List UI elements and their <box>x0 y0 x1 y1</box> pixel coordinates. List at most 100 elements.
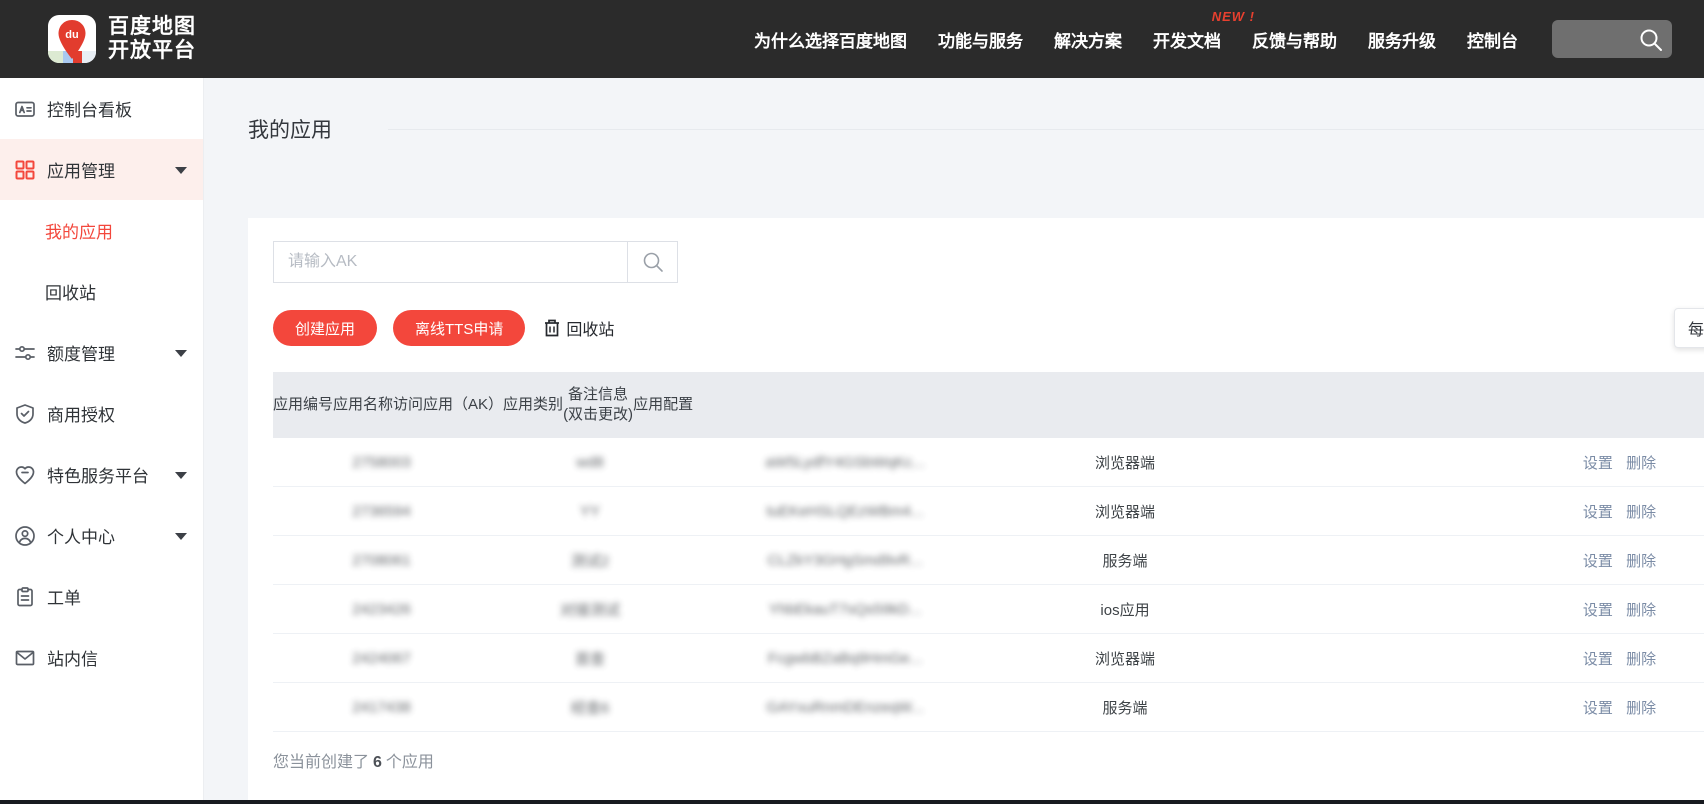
settings-link[interactable]: 设置 <box>1583 700 1613 717</box>
sidebar-item[interactable]: 商用授权 <box>0 383 203 444</box>
recycle-bin-label: 回收站 <box>566 316 614 340</box>
table-row: 2736594 YY tuEKeHSLQEzWBm4... 浏览器端 设置 删除 <box>273 487 1704 536</box>
main-content: 我的应用 创建应用 离线TTS申请 <box>204 78 1704 804</box>
table-body: 2758003 wd8 aW5LydfY4GSbWqKc... 浏览器端 设置 … <box>273 438 1704 732</box>
sidebar-item-label: 额度管理 <box>47 340 115 365</box>
app-name-cell: 对接测试 <box>490 599 690 620</box>
navbar-menu-label: 服务升级 <box>1368 32 1436 51</box>
delete-link[interactable]: 删除 <box>1626 504 1656 521</box>
app-ak-cell: tuEKeHSLQEzWBm4... <box>690 503 1000 520</box>
navbar-menu-item[interactable]: 功能与服务 <box>938 27 1023 52</box>
sidebar-item[interactable]: 控制台看板 <box>0 78 203 139</box>
settings-link[interactable]: 设置 <box>1583 602 1613 619</box>
table-row: 2708061 测试2 CLZkY3GHgSmd9vR... 服务端 设置 删除 <box>273 536 1704 585</box>
applications-table: 应用编号 应用名称 访问应用（AK） <box>273 372 1704 732</box>
sidebar-item-label: 站内信 <box>47 645 98 670</box>
page-title: 我的应用 <box>248 114 332 144</box>
table-row: 2758003 wd8 aW5LydfY4GSbWqKc... 浏览器端 设置 … <box>273 438 1704 487</box>
dashboard-card-icon <box>14 98 36 120</box>
sidebar-item-label: 工单 <box>47 584 81 609</box>
navbar-search-box[interactable] <box>1552 20 1672 58</box>
page-size-label: 每页显示 <box>1688 316 1704 340</box>
app-name-cell: 首查 <box>490 648 690 669</box>
sidebar-nav: 控制台看板 应用管理 我的应用 回收站 <box>0 78 204 804</box>
recycle-bin-button[interactable]: 回收站 <box>543 316 614 340</box>
app-config-cell: 设置 删除 <box>1535 697 1704 718</box>
navbar-menu-item[interactable]: 服务升级 <box>1368 27 1436 52</box>
table-header-row: 应用编号 应用名称 访问应用（AK） <box>273 372 1704 438</box>
navbar-menu-item[interactable]: 控制台 <box>1467 27 1518 52</box>
navbar-menu-label: 为什么选择百度地图 <box>754 32 907 51</box>
navbar-menu-item[interactable]: 为什么选择百度地图 <box>754 27 907 52</box>
app-name-cell: 测试2 <box>490 550 690 571</box>
new-badge: NEW ! <box>1212 9 1255 24</box>
ak-search-input[interactable] <box>274 242 627 282</box>
column-header: 备注信息 (双击更改) <box>563 385 633 425</box>
column-header: 应用编号 <box>273 395 333 415</box>
delete-link[interactable]: 删除 <box>1626 553 1656 570</box>
app-id-cell: 2758003 <box>273 454 490 471</box>
app-name-cell: 经查6 <box>490 697 690 718</box>
delete-link[interactable]: 删除 <box>1626 602 1656 619</box>
navbar-menu-label: 控制台 <box>1467 32 1518 51</box>
window-bottom-edge <box>0 800 1704 804</box>
navbar-menu-item[interactable]: 反馈与帮助 <box>1252 27 1337 52</box>
app-ak-cell: YhbEkauT7sQs59kD... <box>690 601 1000 618</box>
ak-search-group <box>273 241 678 283</box>
table-row: 2424067 首查 FcgwbBZaBq9HmGe... 浏览器端 设置 删除 <box>273 634 1704 683</box>
sidebar-item[interactable]: 回收站 <box>0 261 203 322</box>
app-ak-cell: CLZkY3GHgSmd9vR... <box>690 552 1000 569</box>
table-row: 2417438 经查6 GAYxuRnmDEnzeqW... 服务端 设置 删除 <box>273 683 1704 732</box>
delete-link[interactable]: 删除 <box>1626 700 1656 717</box>
sidebar-item-label: 特色服务平台 <box>47 462 149 487</box>
app-id-cell: 2708061 <box>273 552 490 569</box>
app-ak-cell: aW5LydfY4GSbWqKc... <box>690 454 1000 471</box>
sidebar-item[interactable]: 我的应用 <box>0 200 203 261</box>
sidebar-item[interactable]: 特色服务平台 <box>0 444 203 505</box>
search-icon <box>641 250 665 274</box>
settings-link[interactable]: 设置 <box>1583 504 1613 521</box>
column-header: 应用名称 <box>333 395 393 415</box>
sidebar-item[interactable]: 个人中心 <box>0 505 203 566</box>
settings-link[interactable]: 设置 <box>1583 455 1613 472</box>
app-name-cell: YY <box>490 503 690 520</box>
app-category-cell: ios应用 <box>1000 599 1250 620</box>
page-size-select[interactable]: 每页显示 <box>1674 308 1704 348</box>
navbar-menu-label: 功能与服务 <box>938 32 1023 51</box>
sliders-icon <box>14 342 36 364</box>
delete-link[interactable]: 删除 <box>1626 651 1656 668</box>
delete-link[interactable]: 删除 <box>1626 455 1656 472</box>
navbar-menu-label: 开发文档 <box>1153 32 1221 51</box>
trash-icon <box>543 318 561 338</box>
logo-wordmark: 百度地图 开放平台 <box>108 15 196 63</box>
ak-search-button[interactable] <box>627 242 677 282</box>
user-circle-icon <box>14 525 36 547</box>
settings-link[interactable]: 设置 <box>1583 651 1613 668</box>
app-ak-cell: GAYxuRnmDEnzeqW... <box>690 699 1000 716</box>
sidebar-item-label: 我的应用 <box>45 218 113 243</box>
app-id-cell: 2424067 <box>273 650 490 667</box>
navbar-menu-item[interactable]: NEW ! 开发文档 <box>1153 27 1221 52</box>
app-id-cell: 2423426 <box>273 601 490 618</box>
app-name-cell: wd8 <box>490 454 690 471</box>
navbar-menu-item[interactable]: 解决方案 <box>1054 27 1122 52</box>
sidebar-item[interactable]: 应用管理 <box>0 139 203 200</box>
sidebar-item-label: 个人中心 <box>47 523 115 548</box>
chevron-down-icon <box>175 167 187 174</box>
app-config-cell: 设置 删除 <box>1535 452 1704 473</box>
title-divider <box>388 129 1704 130</box>
column-header: 应用配置 <box>633 395 693 415</box>
settings-link[interactable]: 设置 <box>1583 553 1613 570</box>
sidebar-item[interactable]: 工单 <box>0 566 203 627</box>
sidebar-item[interactable]: 额度管理 <box>0 322 203 383</box>
badge-heart-icon <box>14 464 36 486</box>
baidu-maps-logo[interactable]: du 百度地图 开放平台 <box>48 15 196 63</box>
app-config-cell: 设置 删除 <box>1535 501 1704 522</box>
sidebar-item[interactable]: 站内信 <box>0 627 203 688</box>
app-config-cell: 设置 删除 <box>1535 599 1704 620</box>
offline-tts-button[interactable]: 离线TTS申请 <box>393 310 525 346</box>
create-app-button[interactable]: 创建应用 <box>273 310 377 346</box>
column-header: 访问应用（AK） <box>393 395 503 415</box>
app-ak-cell: FcgwbBZaBq9HmGe... <box>690 650 1000 667</box>
app-category-cell: 服务端 <box>1000 550 1250 571</box>
